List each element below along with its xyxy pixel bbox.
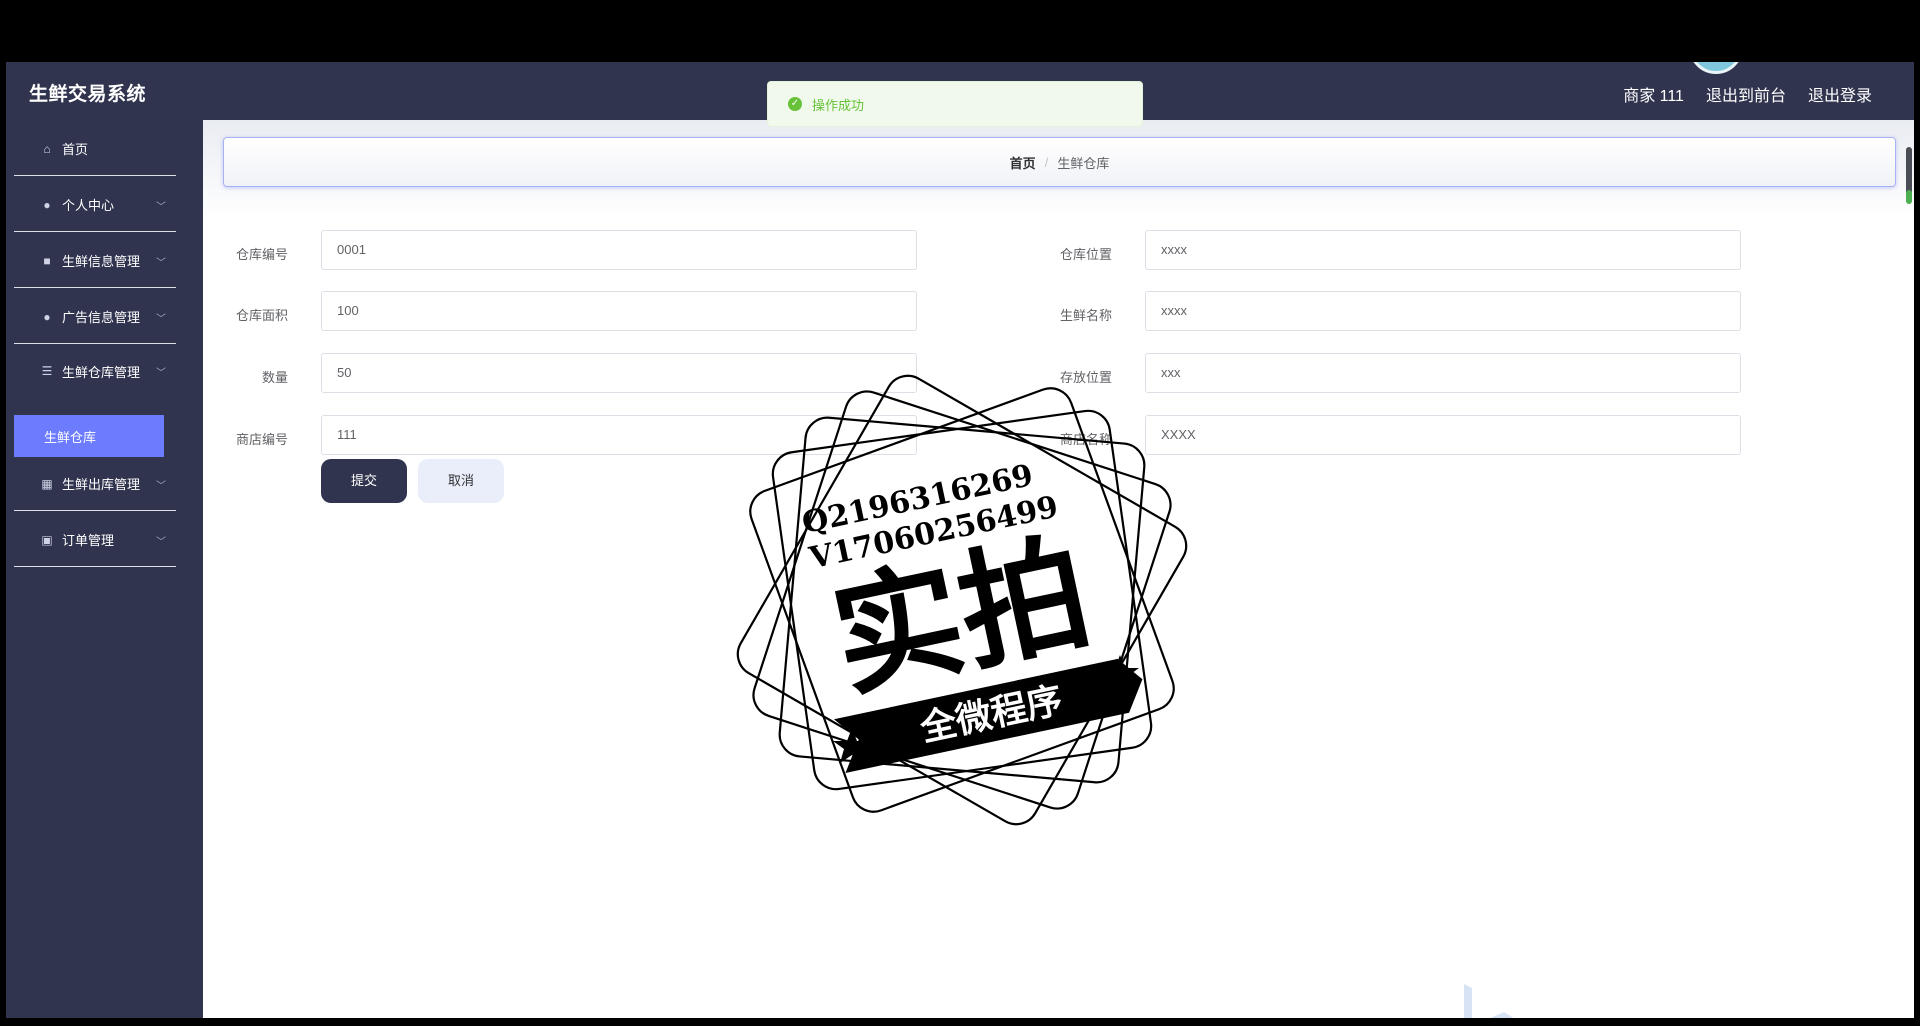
cancel-button[interactable]: 取消	[418, 459, 504, 503]
chevron-down-icon: ﹀	[156, 368, 166, 379]
sidebar-item-label: 广告信息管理	[62, 310, 141, 325]
user-icon: ●	[43, 197, 51, 212]
success-toast: ✓ 操作成功	[767, 81, 1143, 127]
chevron-down-icon: ﹀	[156, 258, 166, 269]
storage-position-input[interactable]: xxx	[1145, 353, 1741, 393]
sidebar-item-label: 生鲜出库管理	[62, 477, 141, 492]
sidebar-item-outbound-mgmt[interactable]: ▦ 生鲜出库管理 ﹀	[14, 457, 176, 511]
sidebar-item-home[interactable]: ⌂ 首页	[14, 122, 176, 176]
scrollbar-indicator	[1906, 190, 1912, 204]
watermark-stamp: Q2196316269 V17060256499 实拍 全微程序	[736, 374, 1188, 826]
briefcase-icon: ■	[43, 253, 51, 268]
produce-name-input[interactable]: xxxx	[1145, 291, 1741, 331]
check-circle-icon: ✓	[788, 97, 802, 111]
breadcrumb-home[interactable]: 首页	[1010, 153, 1036, 172]
exit-to-front-link[interactable]: 退出到前台	[1706, 82, 1786, 106]
toast-message: 操作成功	[812, 97, 865, 113]
chevron-down-icon: ﹀	[156, 314, 166, 325]
chevron-down-icon: ﹀	[156, 481, 166, 492]
breadcrumb: 首页 / 生鲜仓库	[223, 137, 1896, 187]
sidebar-item-label: 订单管理	[62, 533, 115, 548]
sidebar-item-ad-info[interactable]: ● 广告信息管理 ﹀	[14, 290, 176, 344]
sidebar-subitem-warehouse[interactable]: 生鲜仓库	[14, 415, 164, 457]
home-icon: ⌂	[43, 141, 51, 156]
sidebar: ⌂ 首页 ● 个人中心 ﹀ ■ 生鲜信息管理 ﹀ ● 广告信息管理 ﹀ ☰ 生鲜…	[6, 120, 203, 1018]
sidebar-item-produce-info[interactable]: ■ 生鲜信息管理 ﹀	[14, 234, 176, 288]
corner-logo-icon	[1464, 984, 1514, 1018]
avatar[interactable]	[1689, 62, 1743, 74]
warehouse-no-input[interactable]: 0001	[321, 230, 917, 270]
warehouse-no-label: 仓库编号	[235, 247, 288, 262]
logout-link[interactable]: 退出登录	[1808, 82, 1872, 106]
app-window: 生鲜交易系统 商家 111 退出到前台 退出登录 ✓ 操作成功 ⌂ 首页 ● 个…	[6, 62, 1914, 1018]
warehouse-location-input[interactable]: xxxx	[1145, 230, 1741, 270]
shop-name-input[interactable]: XXXX	[1145, 415, 1741, 455]
app-title: 生鲜交易系统	[29, 84, 147, 105]
sidebar-item-label: 生鲜信息管理	[62, 254, 141, 269]
warehouse-location-label: 仓库位置	[1059, 247, 1112, 262]
shop-no-label: 商店编号	[235, 432, 288, 447]
sidebar-item-orders[interactable]: ▣ 订单管理 ﹀	[14, 513, 176, 567]
sidebar-item-label: 个人中心	[62, 198, 115, 213]
warehouse-area-input[interactable]: 100	[321, 291, 917, 331]
current-user-label: 商家 111	[1623, 88, 1684, 105]
chevron-down-icon: ﹀	[156, 537, 166, 548]
sidebar-item-personal-center[interactable]: ● 个人中心 ﹀	[14, 178, 176, 232]
sidebar-item-label: 生鲜仓库管理	[62, 364, 141, 380]
grid-icon: ▦	[41, 476, 53, 491]
sidebar-item-label: 首页	[62, 142, 89, 157]
top-header: 生鲜交易系统 商家 111 退出到前台 退出登录 ✓ 操作成功	[6, 62, 1914, 127]
warehouse-area-label: 仓库面积	[235, 308, 288, 323]
breadcrumb-separator: /	[1044, 154, 1049, 170]
sidebar-item-warehouse-mgmt[interactable]: ☰ 生鲜仓库管理 ﹀	[14, 344, 176, 398]
submit-button[interactable]: 提交	[321, 459, 407, 503]
user-icon: ●	[43, 309, 51, 324]
header-actions: 商家 111 退出到前台 退出登录	[1623, 82, 1872, 106]
chart-icon: ▣	[41, 532, 53, 547]
quantity-label: 数量	[261, 370, 288, 385]
chevron-down-icon: ﹀	[156, 202, 166, 213]
list-icon: ☰	[41, 364, 53, 378]
produce-name-label: 生鲜名称	[1059, 308, 1112, 323]
breadcrumb-current: 生鲜仓库	[1057, 155, 1110, 171]
